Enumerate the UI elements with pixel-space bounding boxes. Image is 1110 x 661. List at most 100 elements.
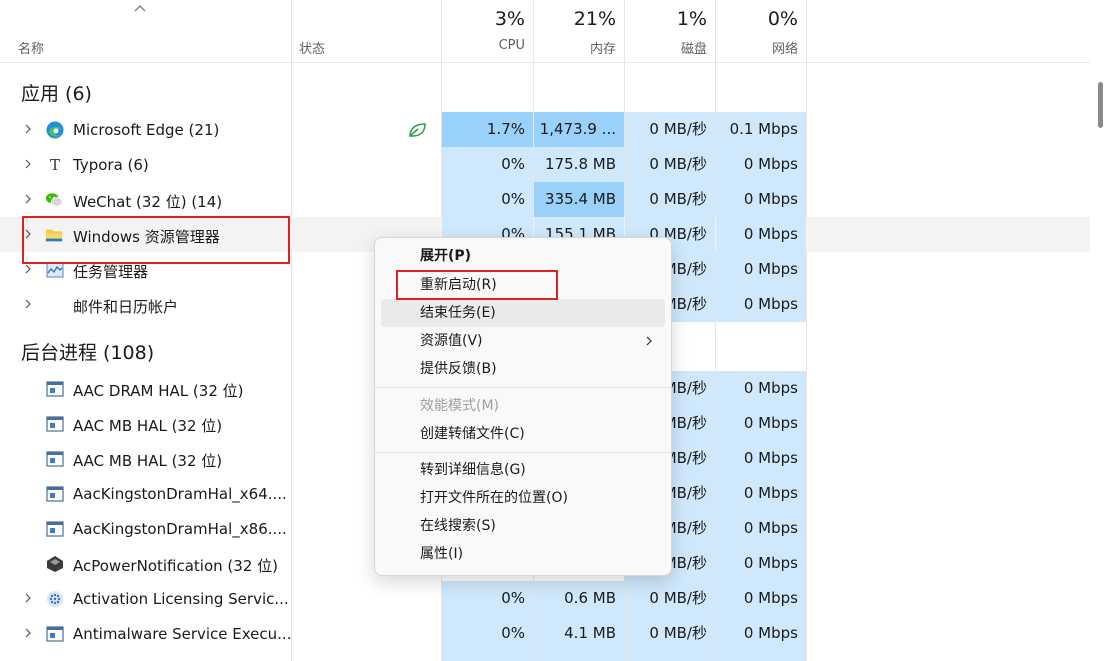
efficiency-leaf-icon: [409, 123, 426, 137]
column-cpu[interactable]: 3% CPU: [442, 0, 533, 62]
service-window-icon: [46, 626, 64, 642]
disk-cell: [625, 651, 715, 661]
sort-up-icon[interactable]: [133, 2, 147, 14]
menu-item-go-to-details[interactable]: 转到详细信息(G): [375, 456, 671, 484]
group-title-background: 后台进程 (108): [21, 342, 155, 364]
disk-cell: 0 MB/秒: [625, 182, 715, 217]
menu-item-feedback[interactable]: 提供反馈(B): [375, 355, 671, 383]
process-name: AAC DRAM HAL (32 位): [73, 382, 244, 400]
memory-cell: 175.8 MB: [534, 147, 624, 182]
column-memory[interactable]: 21% 内存: [534, 0, 624, 62]
cpu-label: CPU: [498, 38, 525, 53]
chevron-right-icon[interactable]: [23, 159, 33, 169]
cpu-cell: 1.7%: [442, 112, 533, 147]
menu-separator: [375, 452, 671, 453]
activation-service-icon: [47, 591, 63, 607]
network-cell: 0 Mbps: [716, 406, 806, 441]
disk-percent: 1%: [676, 8, 707, 30]
cpu-cell: 0%: [442, 147, 533, 182]
memory-cell: 335.4 MB: [534, 182, 624, 217]
memory-label: 内存: [589, 42, 616, 57]
highlight-restart-item: [396, 270, 558, 300]
network-cell: 0 Mbps: [716, 511, 806, 546]
process-name: 邮件和日历帐户: [73, 298, 179, 316]
chevron-right-icon[interactable]: [23, 593, 33, 603]
network-percent: 0%: [767, 8, 798, 30]
network-cell: 0 Mbps: [716, 476, 806, 511]
cpu-cell: 0%: [442, 581, 533, 616]
network-cell: 0.1 Mbps: [716, 112, 806, 147]
table-row[interactable]: T Typora (6) 0% 175.8 MB 0 MB/秒 0 Mbps: [0, 147, 1090, 182]
table-row[interactable]: Antimalware Service Execu... 0% 4.1 MB 0…: [0, 616, 1090, 651]
menu-item-search-online[interactable]: 在线搜索(S): [375, 512, 671, 540]
menu-item-end-task[interactable]: 结束任务(E): [381, 299, 665, 327]
network-cell: 0 Mbps: [716, 287, 806, 322]
network-cell: 0 Mbps: [716, 546, 806, 581]
memory-cell: 0.6 MB: [534, 581, 624, 616]
memory-cell: [534, 651, 624, 661]
service-window-icon: [46, 381, 64, 397]
service-window-icon: [46, 486, 64, 502]
menu-label: 打开文件所在的位置(O): [420, 490, 568, 506]
scrollbar-thumb[interactable]: [1098, 82, 1103, 128]
menu-item-expand[interactable]: 展开(P): [375, 242, 671, 270]
service-window-icon: [46, 451, 64, 467]
menu-label: 展开(P): [420, 248, 472, 264]
table-row[interactable]: Activation Licensing Servic... 0% 0.6 MB…: [0, 581, 1090, 616]
network-cell: 0 Mbps: [716, 371, 806, 406]
cpu-cell: [442, 651, 533, 661]
menu-label: 效能模式(M): [420, 398, 500, 414]
menu-item-create-dump[interactable]: 创建转储文件(C): [375, 420, 671, 448]
network-label: 网络: [771, 42, 798, 57]
wechat-icon: [45, 193, 63, 207]
disk-cell: 0 MB/秒: [625, 616, 715, 651]
edge-icon: [46, 121, 64, 139]
memory-cell: 4.1 MB: [534, 616, 624, 651]
process-name: AcPowerNotification (32 位): [73, 557, 278, 575]
chevron-right-icon[interactable]: [23, 124, 33, 134]
disk-label: 磁盘: [680, 42, 707, 57]
network-cell: 0 Mbps: [716, 252, 806, 287]
network-cell: 0 Mbps: [716, 182, 806, 217]
chevron-right-icon[interactable]: [23, 299, 33, 309]
column-status[interactable]: 状态: [299, 38, 325, 57]
column-name[interactable]: 名称: [18, 38, 44, 57]
network-cell: 0 Mbps: [716, 217, 806, 252]
cpu-cell: 0%: [442, 182, 533, 217]
chevron-right-icon[interactable]: [23, 264, 33, 274]
menu-label: 创建转储文件(C): [420, 426, 525, 442]
disk-cell: 0 MB/秒: [625, 581, 715, 616]
service-window-icon: [46, 521, 64, 537]
network-cell: [716, 651, 806, 661]
column-network[interactable]: 0% 网络: [716, 0, 806, 62]
table-row[interactable]: Microsoft Edge (21) 1.7% 1,473.9 ... 0 M…: [0, 112, 1090, 147]
network-cell: 0 Mbps: [716, 616, 806, 651]
vertical-scrollbar[interactable]: [1090, 62, 1110, 661]
menu-item-resource-values[interactable]: 资源值(V): [375, 327, 671, 355]
menu-label: 转到详细信息(G): [420, 462, 526, 478]
process-name: AacKingstonDramHal_x64....: [73, 485, 287, 503]
column-disk[interactable]: 1% 磁盘: [625, 0, 715, 62]
menu-item-properties[interactable]: 属性(I): [375, 540, 671, 568]
menu-label: 结束任务(E): [420, 305, 496, 321]
table-row[interactable]: WeChat (32 位) (14) 0% 335.4 MB 0 MB/秒 0 …: [0, 182, 1090, 217]
process-name: AAC MB HAL (32 位): [73, 417, 223, 435]
network-cell: 0 Mbps: [716, 147, 806, 182]
network-cell: 0 Mbps: [716, 581, 806, 616]
menu-separator: [375, 387, 671, 388]
process-name: AAC MB HAL (32 位): [73, 452, 223, 470]
menu-label: 在线搜索(S): [420, 518, 496, 534]
power-notification-icon: [47, 556, 63, 572]
chevron-right-icon[interactable]: [23, 194, 33, 204]
typora-icon: T: [49, 156, 60, 174]
menu-label: 提供反馈(B): [420, 361, 497, 377]
disk-cell: 0 MB/秒: [625, 147, 715, 182]
group-title-apps: 应用 (6): [21, 83, 92, 105]
service-window-icon: [46, 416, 64, 432]
submenu-chevron-icon: [646, 336, 652, 346]
process-name: WeChat (32 位) (14): [73, 193, 223, 211]
chevron-right-icon[interactable]: [23, 628, 33, 638]
menu-item-open-file-location[interactable]: 打开文件所在的位置(O): [375, 484, 671, 512]
process-name: Activation Licensing Servic...: [73, 590, 289, 608]
menu-label: 属性(I): [420, 546, 464, 562]
